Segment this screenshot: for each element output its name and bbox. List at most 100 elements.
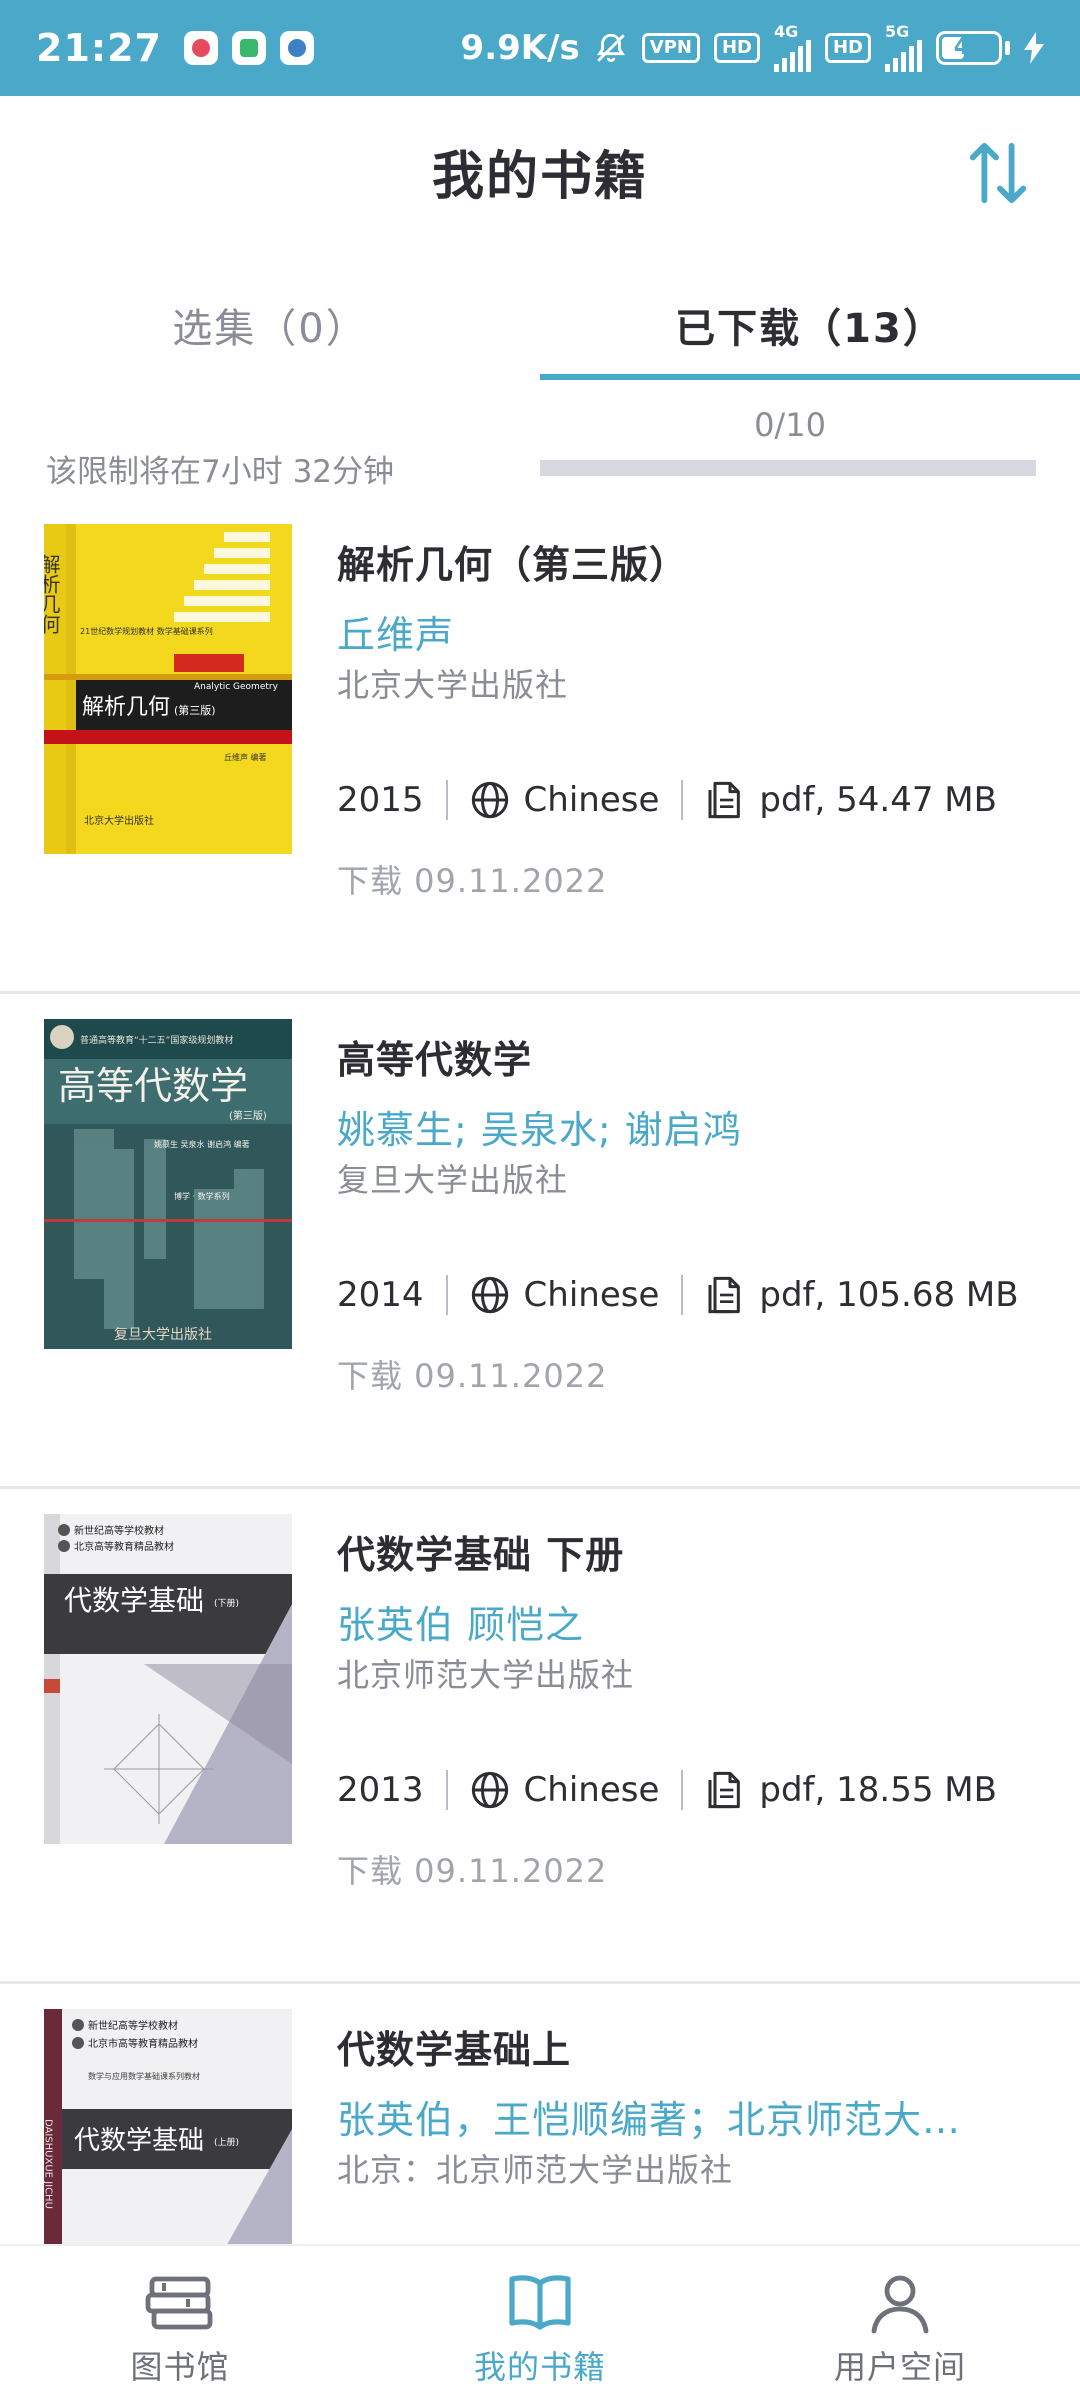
cover-line1: 新世纪高等学校教材 [74,1524,164,1537]
cover-header: 普通高等教育“十二五”国家级规划教材 [80,1034,233,1046]
book-file-info: pdf, 54.47 MB [759,780,997,820]
nav-user-space-label: 用户空间 [833,2348,966,2386]
notification-icons [183,31,314,65]
cover-line3: 数学与应用数学基础课系列教材 [88,2071,200,2081]
cover-title: 解析几何 [82,695,170,720]
meta-divider [681,1770,684,1810]
signal-bars-icon [773,40,811,72]
app-header: 我的书籍 [0,96,1080,246]
battery-level: 40 [953,35,985,60]
cover-publisher: 复旦大学出版社 [114,1326,212,1343]
app-notification-icon [183,31,218,65]
download-date: 下载 09.11.2022 [337,1357,608,1395]
cover-spine: DAISHUXUE JICHU [44,2119,54,2209]
battery-icon: 40 [936,31,1010,65]
q-notification-icon [279,31,314,65]
cover-edition: (第三版) [229,1109,267,1122]
hd-badge-1: HD [713,33,760,63]
globe-icon [471,781,508,819]
book-author[interactable]: 张英伯 顾恺之 [337,1594,977,1649]
page-title: 我的书籍 [431,146,648,207]
book-item[interactable]: 普通高等教育“十二五”国家级规划教材 高等代数学 (第三版) 姚慕生 吴泉水 谢… [0,995,1080,1489]
file-icon [708,781,741,819]
book-year: 2014 [337,1275,424,1315]
book-title[interactable]: 高等代数学 [337,1029,532,1084]
book-publisher: 北京大学出版社 [337,666,569,704]
tab-collections[interactable]: 选集（0） [0,270,540,380]
book-cover[interactable]: 解析几何 解析几何 (第三版) Analytic Geometry 21世纪数学… [44,524,292,854]
signal-4g: 4G [773,22,811,72]
book-language: Chinese [523,780,660,820]
cover-series: 21世纪数学规划教材 数学基础课系列 [80,626,213,636]
download-date: 下载 09.11.2022 [337,1852,608,1890]
file-icon [708,1276,741,1314]
net-4g-label: 4G [773,22,799,41]
meta-divider [445,1275,448,1315]
download-quota-bar [540,460,1036,476]
cover-edition: (上册) [214,2137,239,2148]
meta-divider [445,780,448,820]
book-meta: 2013 Chinese pdf, 18.55 MB [337,1770,997,1810]
cover-edition: (下册) [214,1598,239,1609]
book-author[interactable]: 丘维声 [337,604,977,659]
download-quota-count: 0/10 [754,406,826,444]
book-title[interactable]: 解析几何（第三版） [337,534,688,589]
cover-author: 姚慕生 吴泉水 谢启鸿 编著 [154,1139,250,1149]
book-file-info: pdf, 18.55 MB [759,1770,997,1810]
book-title[interactable]: 代数学基础 下册 [337,1524,624,1579]
cover-publisher: 北京大学出版社 [84,814,154,827]
net-5g-label: 5G [885,22,910,41]
bottom-navigation: 图书馆 我的书籍 用户空间 [0,2244,1080,2400]
book-publisher: 北京：北京师范大学出版社 [337,2151,734,2189]
tab-bar: 选集（0） 已下载（13） [0,270,1080,380]
cover-title: 高等代数学 [58,1064,248,1108]
charging-bolt-icon [1024,32,1044,64]
cover-edition: (第三版) [174,703,216,717]
globe-icon [471,1276,508,1314]
tab-downloaded[interactable]: 已下载（13） [540,270,1080,380]
book-year: 2015 [337,780,424,820]
signal-bars-icon [885,40,922,72]
book-meta: 2015 Chinese pdf, 54.47 MB [337,780,997,820]
book-author[interactable]: 张英伯，王恺顺编著；北京师范大学出版社 [337,2089,977,2144]
book-year: 2013 [337,1770,424,1810]
book-publisher: 复旦大学出版社 [337,1161,569,1199]
book-author[interactable]: 姚慕生; 吴泉水; 谢启鸿 [337,1099,977,1154]
status-bar: 21:27 9.9K/s VPN HD 4G HD 5G 40 [0,0,1080,96]
library-icon [145,2276,213,2330]
cover-series: 博学 · 数学系列 [174,1191,230,1201]
cover-line1: 新世纪高等学校教材 [88,2019,178,2032]
limit-reset-text: 该限制将在7小时 32分钟 [46,454,395,490]
shield-notification-icon [231,31,266,65]
book-meta: 2014 Chinese pdf, 105.68 MB [337,1275,1019,1315]
book-item[interactable]: 解析几何 解析几何 (第三版) Analytic Geometry 21世纪数学… [0,500,1080,994]
hd-badge-2: HD [824,33,871,63]
vpn-badge: VPN [641,33,700,63]
cover-author: 丘维声 编著 [224,752,267,762]
book-language: Chinese [523,1770,660,1810]
meta-divider [445,1770,448,1810]
file-icon [708,1771,741,1809]
book-cover[interactable]: 新世纪高等学校教材 北京高等教育精品教材 代数学基础 (下册) [44,1514,292,1844]
book-item[interactable]: 新世纪高等学校教材 北京高等教育精品教材 代数学基础 (下册) 代数学基础 下册… [0,1490,1080,1984]
book-cover[interactable]: 普通高等教育“十二五”国家级规划教材 高等代数学 (第三版) 姚慕生 吴泉水 谢… [44,1019,292,1349]
book-file-info: pdf, 105.68 MB [759,1275,1019,1315]
cover-line2: 北京市高等教育精品教材 [88,2037,198,2050]
user-icon [871,2275,929,2334]
cover-title: 代数学基础 [64,1584,204,1617]
active-tab-indicator [540,374,1080,380]
book-title[interactable]: 代数学基础上 [337,2019,571,2074]
signal-5g: 5G [885,24,922,72]
nav-my-books[interactable]: 我的书籍 [360,2246,720,2400]
mute-bell-icon [596,33,625,63]
cover-line2: 北京高等教育精品教材 [74,1540,174,1553]
cover-title: 代数学基础 [74,2126,204,2156]
network-speed: 9.9K/s [460,28,580,68]
download-date: 下载 09.11.2022 [337,862,608,900]
meta-divider [681,780,684,820]
nav-user-space[interactable]: 用户空间 [720,2246,1080,2400]
sort-arrows-icon[interactable] [966,138,1030,208]
cover-subtitle: Analytic Geometry [194,682,279,692]
nav-library[interactable]: 图书馆 [0,2246,360,2400]
status-right: 9.9K/s VPN HD 4G HD 5G 40 [461,24,1044,72]
